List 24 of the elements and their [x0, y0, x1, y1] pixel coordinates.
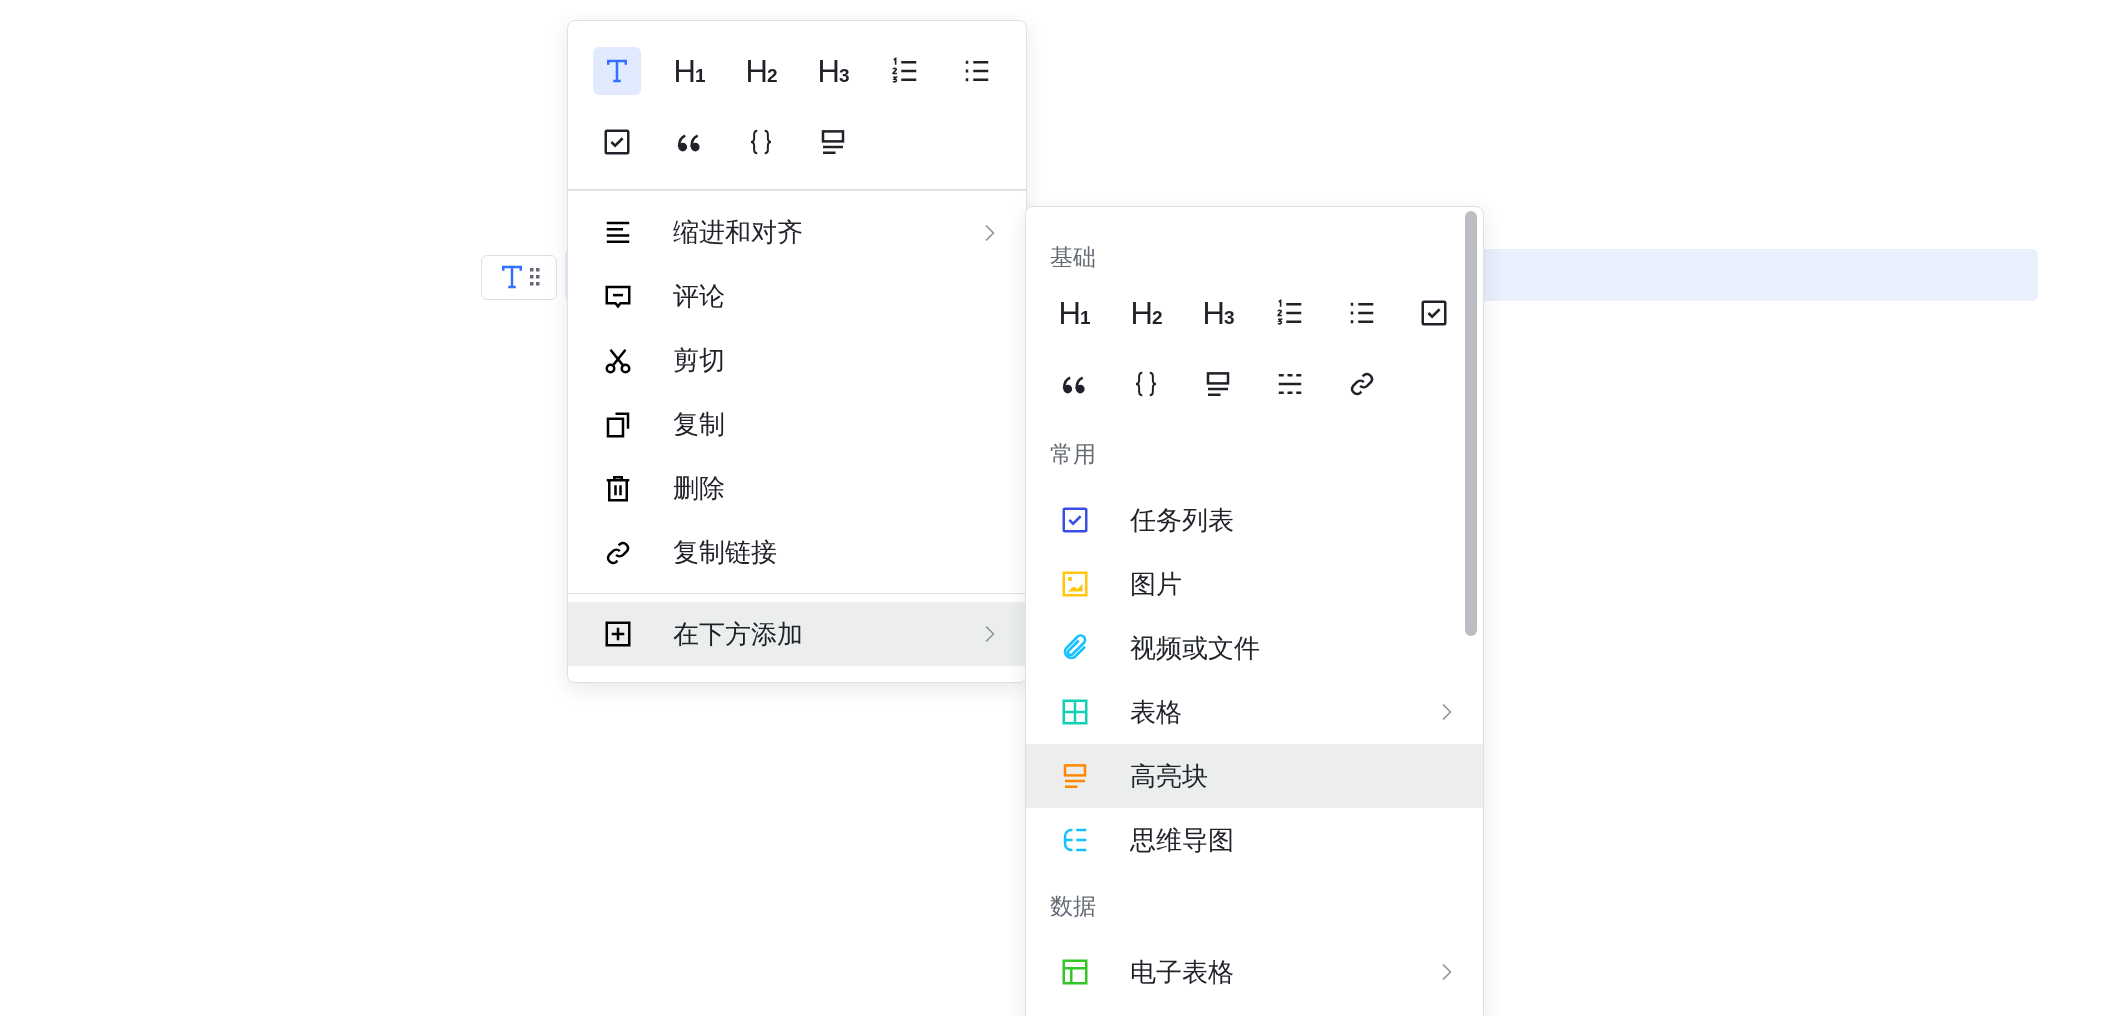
- menu-item[interactable]: 电子表格: [1026, 940, 1483, 1004]
- drag-handle-icon: [529, 266, 541, 288]
- menu-item[interactable]: 图片: [1026, 552, 1483, 616]
- menu-item[interactable]: 复制链接: [568, 520, 1026, 585]
- menu-item[interactable]: 高亮块: [1026, 744, 1483, 808]
- menu-item[interactable]: 删除: [568, 456, 1026, 521]
- menu-item[interactable]: 评论: [568, 264, 1026, 329]
- menu-item[interactable]: 任务列表: [1026, 488, 1483, 552]
- section-title: 数据: [1049, 891, 1097, 921]
- menu-item[interactable]: 缩进和对齐: [568, 200, 1026, 265]
- section-title: 常用: [1049, 439, 1097, 469]
- menu-item[interactable]: 复制: [568, 392, 1026, 457]
- scrollbar[interactable]: [1465, 211, 1477, 636]
- menu-item[interactable]: 剪切: [568, 328, 1026, 393]
- block-handle[interactable]: [481, 254, 557, 300]
- checkbox-icon: [1419, 298, 1449, 328]
- text-tool[interactable]: [593, 47, 641, 95]
- checkbox-icon: [602, 127, 632, 157]
- menu-item[interactable]: 视频或文件: [1026, 616, 1483, 680]
- menu-item[interactable]: 思维导图: [1026, 808, 1483, 872]
- menu-item[interactable]: 在下方添加: [568, 602, 1026, 666]
- menu-item[interactable]: 表格: [1026, 680, 1483, 744]
- section-title: 基础: [1049, 242, 1097, 272]
- plus-square-icon: [603, 619, 633, 649]
